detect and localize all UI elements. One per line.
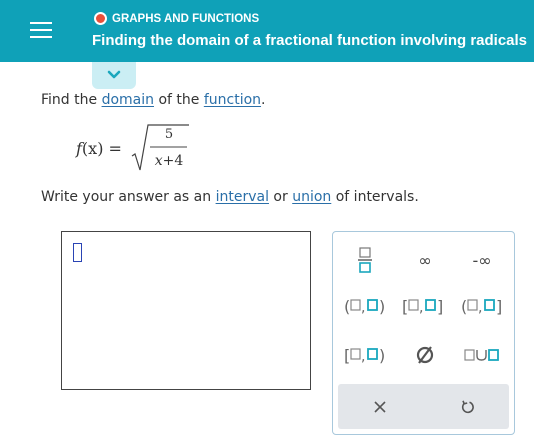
keypad-action-bar: [338, 384, 509, 429]
text-or: or: [273, 189, 288, 205]
fraction-key[interactable]: [345, 246, 385, 274]
chevron-down-icon: [107, 70, 121, 79]
closed-closed-interval-icon: [ , ]: [402, 297, 443, 316]
svg-text:]: ]: [496, 297, 502, 316]
closed-closed-interval-key[interactable]: [ , ]: [399, 292, 447, 320]
status-dot-icon: [94, 12, 107, 25]
function-formula: f(x) = 5 x+4: [76, 122, 196, 174]
topic-label: GRAPHS AND FUNCTIONS: [112, 12, 260, 25]
svg-text:): ): [379, 346, 385, 365]
function-link[interactable]: function: [204, 92, 261, 108]
topic-row: GRAPHS AND FUNCTIONS: [94, 12, 259, 25]
text-of-the: of the: [158, 92, 200, 108]
clear-icon: [374, 401, 386, 413]
svg-text:(: (: [344, 297, 350, 316]
question-line: Find the domain of the function.: [41, 92, 265, 108]
text-of-intervals: of intervals.: [335, 189, 419, 205]
clear-button[interactable]: [362, 392, 398, 422]
undo-icon: [461, 400, 474, 414]
formula-denominator: x+4: [150, 153, 188, 169]
negative-infinity-key[interactable]: -∞: [458, 246, 506, 274]
undo-button[interactable]: [450, 392, 486, 422]
svg-text:[: [: [344, 346, 350, 365]
negative-infinity-symbol: -∞: [472, 250, 492, 270]
header-bar: GRAPHS AND FUNCTIONS Finding the domain …: [0, 0, 534, 62]
text-write-answer: Write your answer as an: [41, 189, 212, 205]
open-closed-interval-icon: ( , ]: [461, 297, 502, 316]
collapse-header-button[interactable]: [92, 62, 136, 89]
instruction-line: Write your answer as an interval or unio…: [41, 189, 419, 205]
svg-text:,: ,: [361, 349, 365, 365]
input-placeholder-box: [73, 243, 82, 262]
svg-text:,: ,: [361, 300, 365, 316]
closed-open-interval-key[interactable]: [ , ): [341, 341, 389, 369]
svg-text:,: ,: [478, 300, 482, 316]
fraction-icon: [358, 247, 372, 273]
formula-den-rest: +4: [162, 153, 184, 169]
open-closed-interval-key[interactable]: ( , ]: [457, 292, 507, 320]
union-link[interactable]: union: [292, 189, 331, 205]
open-open-interval-key[interactable]: ( , ): [341, 292, 389, 320]
formula-den-x: x: [154, 153, 163, 169]
hamburger-menu-icon[interactable]: [30, 20, 52, 40]
math-keypad: ∞ -∞ ( , ) [ , ] ( , ] [,): [332, 231, 515, 435]
formula-numerator: 5: [164, 127, 174, 142]
text-period: .: [261, 92, 266, 108]
page-title: Finding the domain of a fractional funct…: [92, 32, 528, 49]
empty-set-key[interactable]: [403, 341, 447, 369]
closed-open-interval-icon: [ , ): [344, 346, 385, 365]
domain-link[interactable]: domain: [102, 92, 154, 108]
svg-text:]: ]: [437, 297, 443, 316]
union-icon: [464, 349, 499, 361]
svg-text:,: ,: [419, 300, 423, 316]
infinity-key[interactable]: ∞: [403, 246, 447, 274]
svg-text:(: (: [461, 297, 467, 316]
interval-link[interactable]: interval: [216, 189, 269, 205]
union-key[interactable]: [458, 341, 506, 369]
answer-input[interactable]: [61, 231, 311, 390]
open-open-interval-icon: ( , ): [344, 297, 385, 316]
text-find-the: Find the: [41, 92, 98, 108]
infinity-symbol: ∞: [418, 250, 432, 270]
empty-set-icon: [416, 346, 434, 364]
svg-text:[: [: [402, 297, 408, 316]
svg-text:): ): [379, 297, 385, 316]
